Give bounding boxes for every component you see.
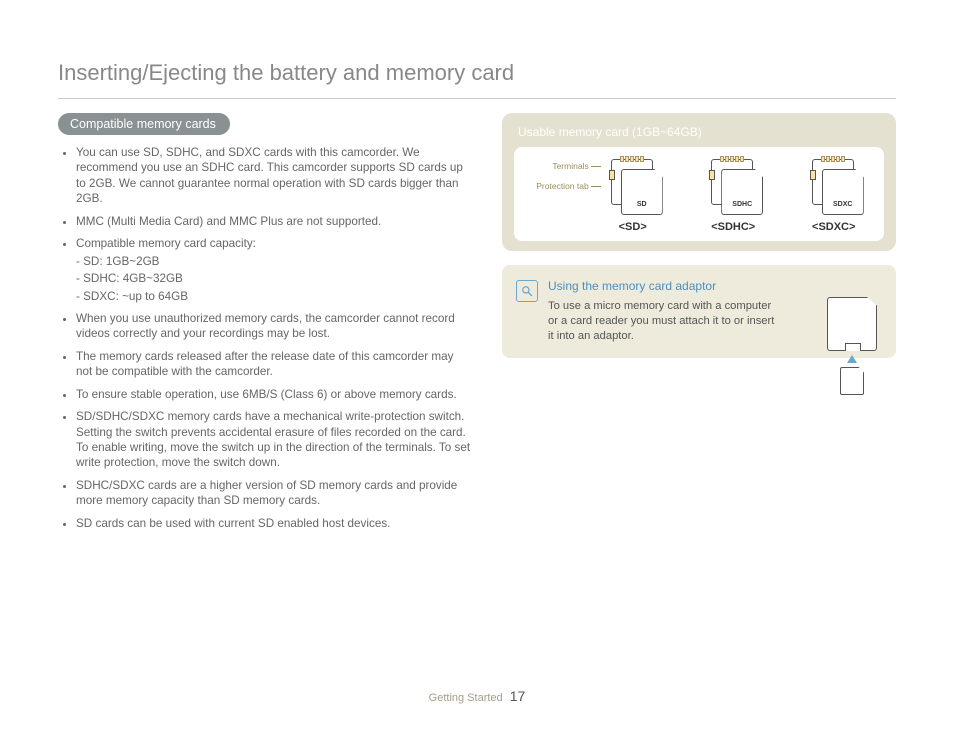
bullet-list: You can use SD, SDHC, and SDXC cards wit…: [58, 145, 478, 531]
list-item: You can use SD, SDHC, and SDXC cards wit…: [76, 145, 478, 207]
list-item: When you use unauthorized memory cards, …: [76, 311, 478, 342]
page-footer: Getting Started 17: [0, 688, 954, 704]
sub-line: - SDHC: 4GB~32GB: [76, 271, 472, 286]
sub-line: - SD: 1GB~2GB: [76, 254, 472, 269]
page-title: Inserting/Ejecting the battery and memor…: [58, 60, 896, 86]
card-type-label: <SDXC>: [812, 221, 855, 233]
sdxc-card-icon: SDXC: [806, 159, 862, 215]
list-item-text: Compatible memory card capacity:: [76, 237, 256, 250]
usable-box-title: Usable memory card (1GB~64GB): [518, 125, 884, 139]
section-heading-pill: Compatible memory cards: [58, 113, 230, 135]
page-number: 17: [510, 688, 526, 704]
list-item: MMC (Multi Media Card) and MMC Plus are …: [76, 214, 478, 229]
sdhc-card-icon: SDHC: [705, 159, 761, 215]
card-illustration-row: Terminals Protection tab SD <SD>: [514, 147, 884, 241]
annotation-terminals: Terminals: [552, 161, 588, 171]
card-type-label: <SDHC>: [711, 221, 755, 233]
horizontal-rule: [58, 98, 896, 99]
list-item: SDHC/SDXC cards are a higher version of …: [76, 478, 478, 509]
sdhc-card-group: SDHC <SDHC>: [705, 159, 761, 233]
sub-line: - SDXC: ~up to 64GB: [76, 289, 472, 304]
list-item: SD cards can be used with current SD ena…: [76, 516, 478, 531]
card-type-label: <SD>: [619, 221, 647, 233]
left-column: Compatible memory cards You can use SD, …: [58, 113, 478, 538]
sd-card-group: Terminals Protection tab SD <SD>: [536, 159, 660, 233]
card-annotations: Terminals Protection tab: [536, 161, 600, 191]
footer-section: Getting Started: [429, 692, 503, 704]
micro-card-icon: [840, 367, 864, 395]
note-text: To use a micro memory card with a comput…: [548, 299, 778, 344]
usable-memory-card-box: Usable memory card (1GB~64GB) Terminals …: [502, 113, 896, 251]
sdxc-card-group: SDXC <SDXC>: [806, 159, 862, 233]
list-item: The memory cards released after the rele…: [76, 349, 478, 380]
up-arrow-icon: [847, 355, 857, 363]
annotation-protection-tab: Protection tab: [536, 181, 588, 191]
list-item: SD/SDHC/SDXC memory cards have a mechani…: [76, 409, 478, 471]
adaptor-figure: [820, 297, 884, 395]
sd-card-icon: SD: [605, 159, 661, 215]
adaptor-card-icon: [827, 297, 877, 351]
adaptor-note-box: Using the memory card adaptor To use a m…: [502, 265, 896, 358]
list-item: Compatible memory card capacity: - SD: 1…: [76, 236, 478, 304]
list-item: To ensure stable operation, use 6MB/S (C…: [76, 387, 478, 402]
magnify-icon: [516, 280, 538, 302]
right-column: Usable memory card (1GB~64GB) Terminals …: [502, 113, 896, 538]
note-title: Using the memory card adaptor: [548, 279, 882, 293]
